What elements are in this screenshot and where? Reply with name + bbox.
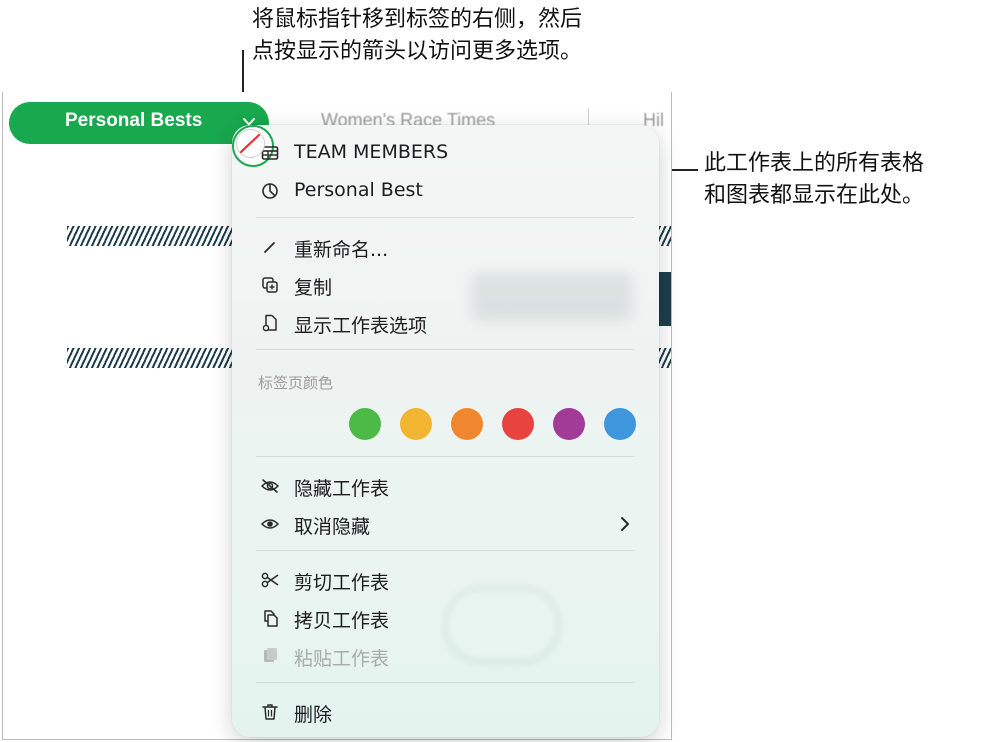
menu-item-duplicate[interactable]: 复制 xyxy=(232,266,659,304)
scissors-icon xyxy=(261,572,279,588)
menu-item-label: Personal Best xyxy=(294,179,423,201)
annotation-top-line2: 点按显示的箭头以访问更多选项。 xyxy=(252,39,583,64)
pencil-icon xyxy=(264,242,275,253)
menu-item-rename[interactable]: 重新命名... xyxy=(232,228,659,266)
background-stripe xyxy=(67,348,243,368)
color-swatch-red[interactable] xyxy=(502,408,534,440)
color-swatch-yellow[interactable] xyxy=(400,408,432,440)
annotation-right-line1: 此工作表上的所有表格 xyxy=(704,151,925,176)
menu-item-personal-best[interactable]: Personal Best xyxy=(232,172,659,210)
menu-item-label: 取消隐藏 xyxy=(294,516,371,538)
background-stripe xyxy=(659,348,671,368)
sheet-context-menu: TEAM MEMBERS Personal Best 重新命名... 复制 显示… xyxy=(232,125,659,737)
menu-item-unhide[interactable]: 取消隐藏 xyxy=(232,505,659,543)
eye-icon xyxy=(260,519,280,529)
menu-item-show-sheet-options[interactable]: 显示工作表选项 xyxy=(232,304,659,342)
background-shape xyxy=(659,272,671,326)
annotation-top: 将鼠标指针移到标签的右侧，然后 点按显示的箭头以访问更多选项。 xyxy=(252,4,582,68)
menu-item-cut-sheet[interactable]: 剪切工作表 xyxy=(232,561,659,599)
menu-item-label: 拷贝工作表 xyxy=(294,610,390,632)
no-color-icon xyxy=(236,129,265,158)
tab-personal-bests-label: Personal Bests xyxy=(65,110,203,131)
color-swatch-purple[interactable] xyxy=(553,408,585,440)
menu-separator xyxy=(256,349,634,350)
menu-separator xyxy=(256,217,634,218)
menu-item-label: 剪切工作表 xyxy=(294,572,390,594)
menu-separator xyxy=(256,456,634,457)
chart-icon xyxy=(262,183,278,199)
menu-separator xyxy=(256,682,634,683)
menu-item-copy-sheet[interactable]: 拷贝工作表 xyxy=(232,599,659,637)
tab-color-label: 标签页颜色 xyxy=(258,374,334,392)
annotation-right: 此工作表上的所有表格 和图表都显示在此处。 xyxy=(704,148,924,212)
menu-item-label: TEAM MEMBERS xyxy=(294,141,449,163)
chevron-right-icon xyxy=(621,517,629,531)
menu-item-label: 隐藏工作表 xyxy=(294,478,390,500)
tab-personal-bests[interactable]: Personal Bests xyxy=(9,102,269,144)
background-stripe xyxy=(659,226,671,246)
copy-icon xyxy=(264,610,278,627)
menu-item-hide-sheet[interactable]: 隐藏工作表 xyxy=(232,467,659,505)
sheet-options-icon xyxy=(262,314,277,332)
paste-icon xyxy=(264,648,277,662)
menu-item-team-members[interactable]: TEAM MEMBERS xyxy=(232,134,659,172)
annotation-right-line2: 和图表都显示在此处。 xyxy=(704,183,925,208)
menu-item-label: 删除 xyxy=(294,704,333,726)
color-swatch-orange[interactable] xyxy=(451,408,483,440)
menu-separator xyxy=(256,550,634,551)
menu-item-label: 复制 xyxy=(294,277,333,299)
menu-item-label: 显示工作表选项 xyxy=(294,315,428,337)
annotation-top-line1: 将鼠标指针移到标签的右侧，然后 xyxy=(252,7,583,32)
color-swatch-none[interactable] xyxy=(232,125,274,167)
duplicate-icon xyxy=(262,277,278,293)
trash-icon xyxy=(262,704,278,720)
menu-item-delete[interactable]: 删除 xyxy=(232,693,659,731)
menu-item-label: 粘贴工作表 xyxy=(294,648,390,670)
background-stripe xyxy=(67,226,243,246)
menu-item-label: 重新命名... xyxy=(294,239,389,261)
eye-slash-icon xyxy=(260,479,280,493)
color-swatch-green[interactable] xyxy=(349,408,381,440)
menu-item-paste-sheet: 粘贴工作表 xyxy=(232,637,659,675)
color-swatch-blue[interactable] xyxy=(604,408,636,440)
